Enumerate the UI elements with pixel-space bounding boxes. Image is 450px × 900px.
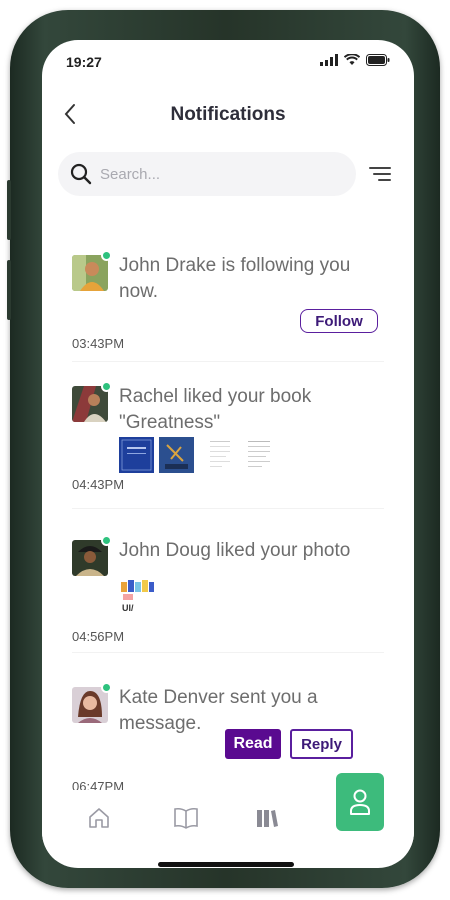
avatar <box>72 255 108 291</box>
filter-icon[interactable] <box>368 162 392 186</box>
online-status-dot <box>101 250 112 261</box>
read-button[interactable]: Read <box>225 729 281 759</box>
page-title: Notifications <box>170 104 286 125</box>
tab-home[interactable] <box>85 804 113 832</box>
notification-text: John Drake is following you now. <box>119 255 351 302</box>
phone-side-button <box>7 260 11 320</box>
notification-time: 03:43PM <box>72 336 125 351</box>
online-status-dot <box>101 381 112 392</box>
status-bar: 19:27 <box>42 40 414 80</box>
divider <box>72 508 384 509</box>
header: Notifications <box>42 92 414 136</box>
book-icon <box>174 807 198 829</box>
search-input[interactable] <box>100 165 320 183</box>
photo-image <box>119 578 155 604</box>
notification-text: John Doug liked your photo <box>119 540 351 561</box>
notification-item[interactable]: John Doug liked your photo UI/ 04:56PM <box>72 535 382 644</box>
library-icon <box>257 810 278 827</box>
status-icons <box>320 54 390 66</box>
avatar <box>72 540 108 576</box>
divider <box>72 361 384 362</box>
notification-item[interactable]: John Drake is following you now. Follow … <box>72 250 382 351</box>
book-page-image[interactable] <box>242 437 277 473</box>
status-time: 19:27 <box>66 54 102 70</box>
notification-item[interactable]: Rachel liked your book "Greatness" 04:43… <box>72 381 382 492</box>
online-status-dot <box>101 535 112 546</box>
online-status-dot <box>101 682 112 693</box>
signal-icon <box>320 54 338 66</box>
battery-icon <box>366 54 390 66</box>
wifi-icon <box>344 54 360 65</box>
profile-icon <box>350 789 370 815</box>
notification-time: 04:56PM <box>72 629 125 644</box>
notification-time: 04:43PM <box>72 477 125 492</box>
phone-side-button <box>7 180 11 240</box>
book-page-image[interactable] <box>202 437 237 473</box>
avatar <box>72 687 108 723</box>
profile-button[interactable] <box>336 773 384 831</box>
book-cover-image[interactable] <box>159 437 194 473</box>
photo-thumbnail[interactable]: UI/ <box>119 578 155 620</box>
photo-caption: UI/ <box>122 603 134 613</box>
follow-button[interactable]: Follow <box>300 309 378 333</box>
book-thumbnails <box>119 437 279 473</box>
search-bar[interactable] <box>58 152 356 196</box>
tab-books[interactable] <box>172 804 200 832</box>
book-cover-image[interactable] <box>119 437 154 473</box>
notification-text: Rachel liked your book "Greatness" <box>119 386 312 433</box>
tab-library[interactable] <box>253 804 281 832</box>
home-icon <box>89 808 109 828</box>
home-indicator <box>158 862 294 867</box>
reply-button[interactable]: Reply <box>290 729 353 759</box>
app-screen: 19:27 Notifications Search... John Drake… <box>42 40 414 868</box>
avatar <box>72 386 108 422</box>
divider <box>72 652 384 653</box>
search-icon <box>70 163 92 185</box>
